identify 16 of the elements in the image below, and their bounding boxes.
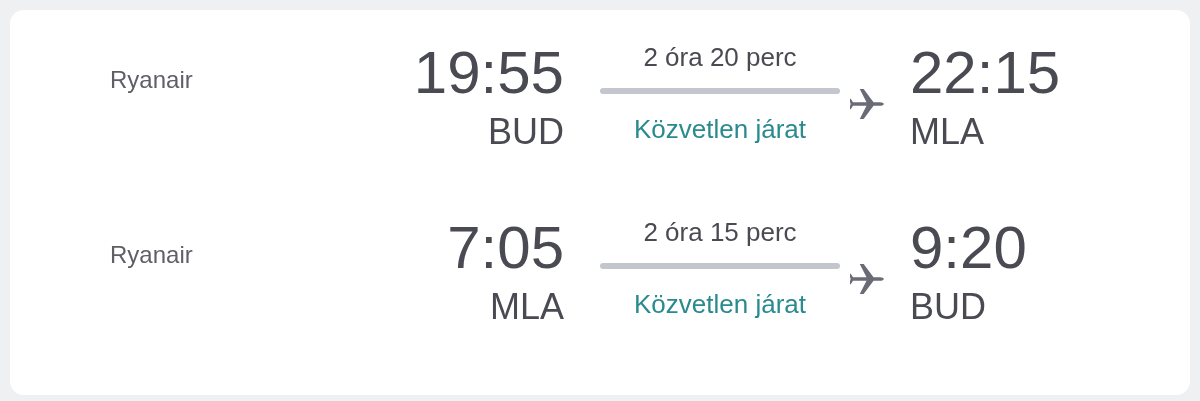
stops-label: Közvetlen járat: [634, 114, 806, 144]
airline-name: Ryanair: [110, 66, 193, 93]
departure-time: 7:05: [447, 214, 564, 281]
airplane-icon: [850, 86, 886, 122]
airline-name: Ryanair: [110, 241, 193, 268]
arrival-time: 22:15: [910, 39, 1061, 106]
stops-label: Közvetlen járat: [634, 289, 806, 319]
arrival-airport: BUD: [910, 286, 986, 327]
flight-duration: 2 óra 15 perc: [643, 217, 797, 247]
airplane-icon: [850, 261, 886, 297]
departure-airport: MLA: [489, 286, 564, 327]
arrival-time: 9:20: [910, 214, 1027, 281]
departure-airport: BUD: [488, 111, 564, 152]
departure-time: 19:55: [413, 39, 564, 106]
flight-duration: 2 óra 20 perc: [643, 42, 797, 72]
arrival-airport: MLA: [910, 111, 985, 152]
